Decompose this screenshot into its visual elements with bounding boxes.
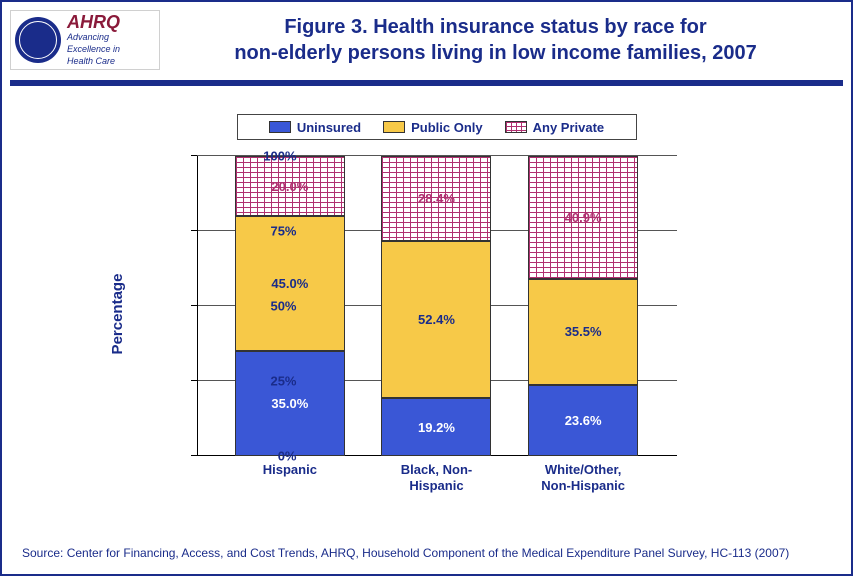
swatch-public-icon bbox=[383, 121, 405, 133]
chart-title-line2: non-elderly persons living in low income… bbox=[160, 40, 831, 66]
swatch-private-icon bbox=[505, 121, 527, 133]
legend-item-uninsured: Uninsured bbox=[269, 120, 361, 135]
seg-white-uninsured: 23.6% bbox=[528, 385, 638, 456]
seg-black-public: 52.4% bbox=[381, 241, 491, 398]
ahrq-tagline-3: Health Care bbox=[67, 57, 120, 67]
x-axis-labels: Hispanic Black, Non-Hispanic White/Other… bbox=[197, 462, 677, 493]
legend-item-public: Public Only bbox=[383, 120, 483, 135]
seg-hispanic-private: 20.0% bbox=[235, 156, 345, 216]
chart-area: Uninsured Public Only Any Private Percen… bbox=[67, 114, 787, 504]
swatch-uninsured-icon bbox=[269, 121, 291, 133]
ytick-75: 75% bbox=[237, 224, 297, 239]
figure-frame: AHRQ Advancing Excellence in Health Care… bbox=[0, 0, 853, 576]
ytick-100: 100% bbox=[237, 149, 297, 164]
legend-label-uninsured: Uninsured bbox=[297, 120, 361, 135]
ahrq-logo: AHRQ Advancing Excellence in Health Care bbox=[10, 10, 160, 70]
ytick-50: 50% bbox=[237, 299, 297, 314]
bar-black: 19.2% 52.4% 28.4% bbox=[381, 156, 491, 456]
ahrq-text-block: AHRQ Advancing Excellence in Health Care bbox=[67, 13, 120, 67]
header: AHRQ Advancing Excellence in Health Care… bbox=[2, 2, 851, 70]
divider-bar bbox=[10, 80, 843, 86]
xlabel-black: Black, Non-Hispanic bbox=[376, 462, 496, 493]
seg-hispanic-uninsured: 35.0% bbox=[235, 351, 345, 456]
bar-white-other: 23.6% 35.5% 40.9% bbox=[528, 156, 638, 456]
legend: Uninsured Public Only Any Private bbox=[237, 114, 637, 140]
ahrq-tagline-2: Excellence in bbox=[67, 45, 120, 55]
chart-title-line1: Figure 3. Health insurance status by rac… bbox=[160, 14, 831, 40]
ytick-25: 25% bbox=[237, 374, 297, 389]
legend-label-public: Public Only bbox=[411, 120, 483, 135]
hhs-seal-icon bbox=[15, 17, 61, 63]
ahrq-tagline-1: Advancing bbox=[67, 33, 120, 43]
y-axis-label: Percentage bbox=[108, 274, 125, 355]
seg-white-public: 35.5% bbox=[528, 279, 638, 386]
title-wrap: Figure 3. Health insurance status by rac… bbox=[160, 10, 831, 66]
seg-black-uninsured: 19.2% bbox=[381, 398, 491, 456]
xlabel-hispanic: Hispanic bbox=[230, 462, 350, 493]
seg-white-private: 40.9% bbox=[528, 156, 638, 279]
legend-item-private: Any Private bbox=[505, 120, 605, 135]
ahrq-brand: AHRQ bbox=[67, 13, 120, 31]
xlabel-white-other: White/Other,Non-Hispanic bbox=[523, 462, 643, 493]
seg-black-private: 28.4% bbox=[381, 156, 491, 241]
source-note: Source: Center for Financing, Access, an… bbox=[22, 546, 831, 560]
legend-label-private: Any Private bbox=[533, 120, 605, 135]
